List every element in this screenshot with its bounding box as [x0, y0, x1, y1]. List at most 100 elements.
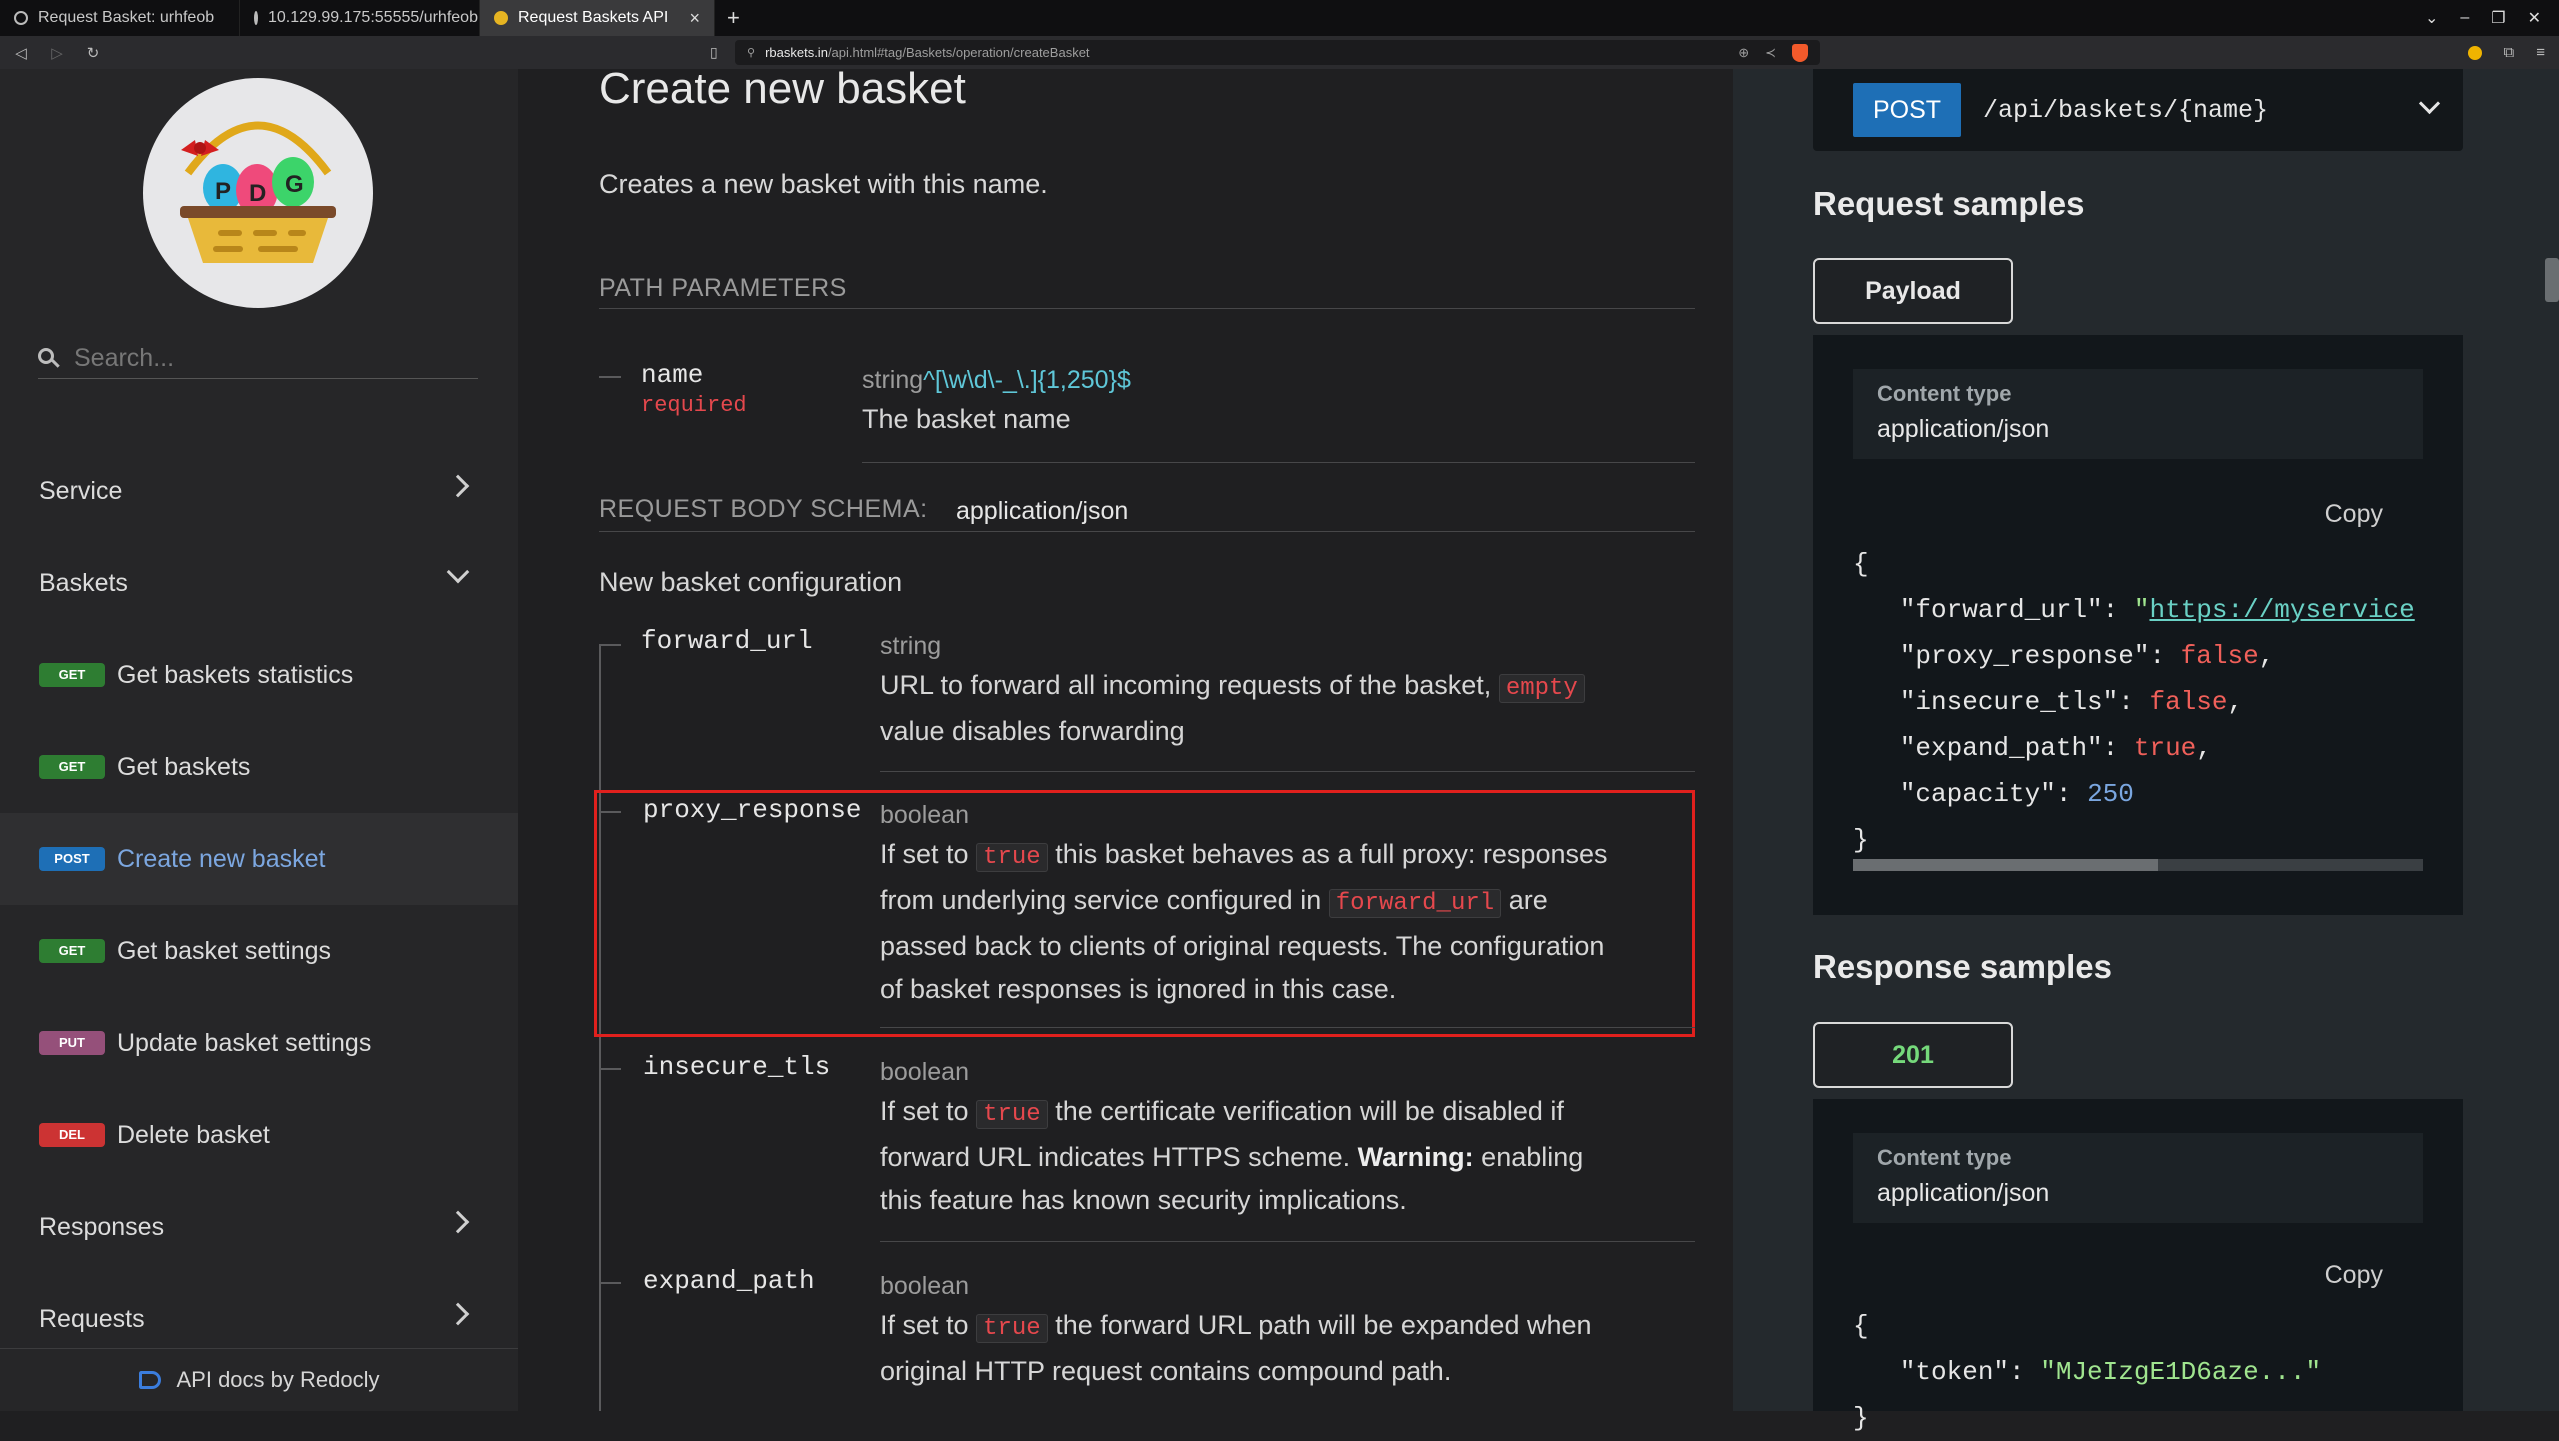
method-badge: GET [39, 939, 105, 963]
json-sample: { "token": "MJeIzgE1D6aze..." } [1853, 1311, 2322, 1433]
bookmark-icon[interactable]: ▯ [710, 44, 718, 61]
sidebar-group-label: Responses [39, 1212, 165, 1241]
sidebar-group-service[interactable]: Service [0, 445, 518, 537]
chevron-down-icon [446, 560, 470, 584]
tab-title: Request Baskets API [518, 9, 669, 26]
http-method-badge: POST [1853, 83, 1961, 137]
sidebar-op-get-baskets-statistics[interactable]: GET Get baskets statistics [0, 629, 518, 721]
sidebar-op-get-baskets[interactable]: GET Get baskets [0, 721, 518, 813]
sidebar-op-update-basket-settings[interactable]: PUT Update basket settings [0, 997, 518, 1089]
redocly-footer-link[interactable]: API docs by Redocly [0, 1348, 518, 1411]
sidebar-op-label: Create new basket [117, 844, 326, 873]
svg-text:G: G [285, 171, 304, 198]
copy-button[interactable]: Copy [2325, 1261, 2383, 1290]
forward-icon[interactable]: ▷ [42, 44, 72, 62]
field-description: If set to true this basket behaves as a … [880, 839, 1608, 1004]
method-badge: GET [39, 663, 105, 687]
url-host: rbaskets.in [765, 45, 828, 60]
operation-content: Create new basket Creates a new basket w… [518, 69, 1733, 1411]
content-type-value: application/json [1877, 415, 2050, 443]
endpoint-path: /api/baskets/{name} [1983, 95, 2269, 125]
sidebar-op-get-basket-settings[interactable]: GET Get basket settings [0, 905, 518, 997]
wallet-icon[interactable] [2467, 45, 2482, 60]
search-input[interactable] [74, 344, 454, 373]
sidebar-group-responses[interactable]: Responses [0, 1181, 518, 1273]
logo: P D G [143, 78, 373, 308]
payload-tab[interactable]: Payload [1813, 258, 2013, 324]
method-badge: POST [39, 847, 105, 871]
browser-tab-1[interactable]: Request Basket: urhfeob [0, 0, 240, 36]
param-pattern: ^[\w\d\-_\.]{1,250}$ [923, 366, 1131, 394]
endpoint-selector[interactable]: POST /api/baskets/{name} [1813, 69, 2463, 151]
site-info-icon[interactable]: ⚲ [747, 46, 755, 59]
reload-icon[interactable]: ↻ [78, 44, 108, 62]
close-window-icon[interactable]: ✕ [2528, 8, 2541, 28]
method-badge: PUT [39, 1031, 105, 1055]
json-sample: { "forward_url": "https://myservice "pro… [1853, 549, 2415, 855]
globe-icon [254, 11, 258, 25]
site-favicon-icon [494, 11, 508, 25]
browser-toolbar: ◁ ▷ ↻ ▯ ⚲ rbaskets.in /api.html#tag/Bask… [0, 36, 2559, 69]
body-schema-heading: REQUEST BODY SCHEMA: [599, 495, 928, 523]
browser-tab-3[interactable]: Request Baskets API × [480, 0, 715, 36]
method-badge: GET [39, 755, 105, 779]
extensions-icon[interactable]: ⧉ [2504, 44, 2515, 61]
sidebar-op-delete-basket[interactable]: DEL Delete basket [0, 1089, 518, 1181]
path-params-heading: PATH PARAMETERS [599, 274, 847, 302]
sidebar-group-baskets[interactable]: Baskets [0, 537, 518, 629]
back-icon[interactable]: ◁ [6, 44, 36, 62]
zoom-icon[interactable]: ⊕ [1738, 45, 1749, 61]
tree-line [599, 644, 621, 646]
minimize-icon[interactable]: – [2460, 9, 2469, 27]
json-link[interactable]: https://myservice [2149, 595, 2414, 625]
new-tab-icon[interactable]: + [715, 5, 752, 31]
sidebar-op-label: Update basket settings [117, 1028, 372, 1057]
sidebar-op-label: Get basket settings [117, 936, 332, 965]
chevron-right-icon [446, 474, 470, 498]
field-name: proxy_response [643, 795, 862, 825]
sidebar-group-label: Requests [39, 1304, 145, 1333]
scrollbar-thumb[interactable] [1853, 859, 2158, 871]
brave-shield-icon[interactable] [1792, 43, 1808, 62]
field-type: boolean [880, 1058, 969, 1086]
divider [880, 771, 1695, 772]
browser-tab-2[interactable]: 10.129.99.175:55555/urhfeob [240, 0, 480, 36]
svg-text:D: D [249, 180, 266, 207]
tab-list-chevron-icon[interactable]: ⌄ [2425, 8, 2438, 28]
chevron-down-icon [2418, 92, 2441, 115]
sidebar-op-label: Get baskets [117, 752, 251, 781]
response-samples-heading: Response samples [1813, 948, 2112, 985]
param-type: string^[\w\d\-_\.]{1,250}$ [862, 366, 1131, 395]
chevron-right-icon [446, 1302, 470, 1326]
sidebar-group-label: Service [39, 476, 123, 505]
tab-title: 10.129.99.175:55555/urhfeob [268, 9, 478, 26]
inline-code: true [976, 1314, 1048, 1343]
field-name: forward_url [641, 626, 813, 656]
redocly-icon [138, 1367, 165, 1393]
horizontal-scrollbar[interactable] [1853, 859, 2423, 871]
param-type-name: string [862, 366, 924, 394]
tree-line [599, 811, 621, 813]
copy-button[interactable]: Copy [2325, 500, 2383, 529]
tab-title: Request Basket: urhfeob [38, 9, 215, 26]
operation-description: Creates a new basket with this name. [599, 169, 1048, 199]
param-name: name [641, 360, 704, 390]
content-type-label: Content type [1877, 381, 2012, 406]
chevron-right-icon [446, 1210, 470, 1234]
divider [880, 1241, 1695, 1242]
vertical-scrollbar-thumb[interactable] [2545, 258, 2559, 302]
divider [599, 308, 1695, 309]
menu-icon[interactable]: ≡ [2536, 44, 2545, 61]
sidebar-op-create-new-basket[interactable]: POST Create new basket [0, 813, 518, 905]
address-bar[interactable]: ⚲ rbaskets.in /api.html#tag/Baskets/oper… [735, 40, 1820, 65]
divider [862, 462, 1695, 463]
status-201-tab[interactable]: 201 [1813, 1022, 2013, 1088]
window-controls: ⌄ – ❐ ✕ [2425, 0, 2559, 36]
response-sample-box: Content type application/json Copy { "to… [1813, 1099, 2463, 1433]
divider [599, 531, 1695, 532]
maximize-icon[interactable]: ❐ [2491, 8, 2505, 28]
close-tab-icon[interactable]: × [689, 8, 700, 29]
basket-logo-icon: P D G [180, 121, 336, 263]
body-schema-type: application/json [956, 497, 1129, 525]
share-icon[interactable]: ≺ [1765, 45, 1776, 61]
